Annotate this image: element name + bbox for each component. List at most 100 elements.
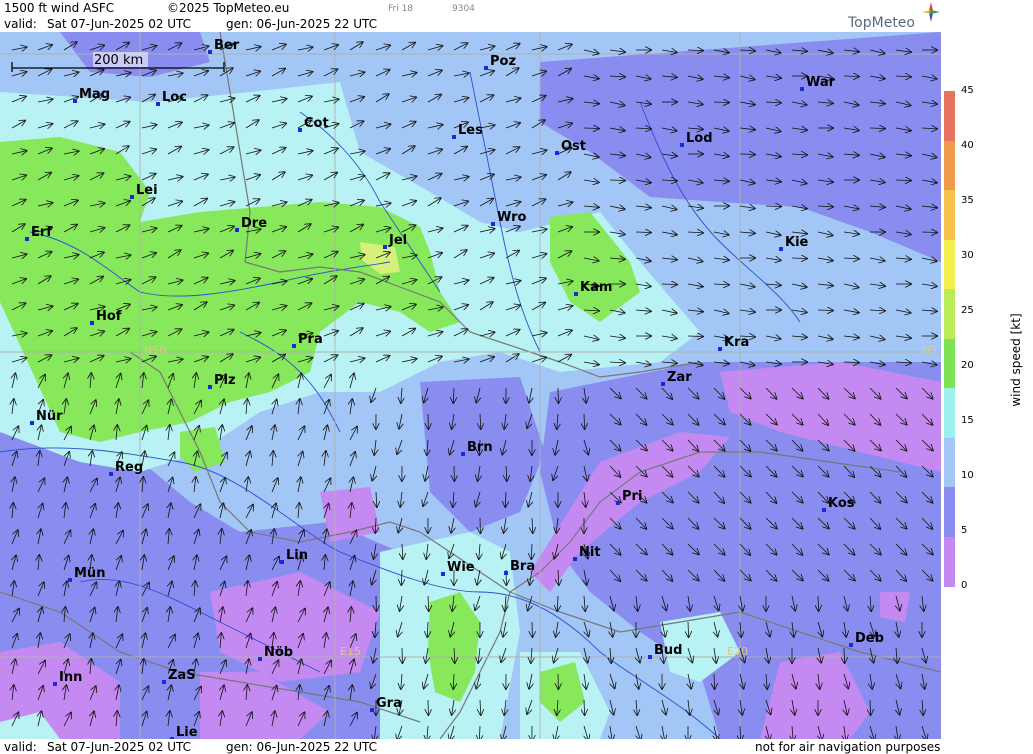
generated-time: gen: 06-Jun-2025 22 UTC [226, 17, 378, 31]
city-label: Pra [298, 332, 323, 347]
wind-map[interactable]: N50 N5 E15 E20 200 km Ber Poz War Mag Loc Cot… [0, 32, 941, 739]
scale-bar-label: 200 km [94, 53, 143, 68]
wind-arrow [687, 336, 703, 337]
city-marker [648, 655, 652, 659]
city-label: War [806, 75, 836, 90]
city-label: Poz [490, 54, 516, 69]
city-marker [452, 135, 456, 139]
city-marker [53, 682, 57, 686]
city-marker [383, 245, 387, 249]
legend-color-band [944, 338, 955, 389]
city-marker [370, 708, 374, 712]
legend-tick-label: 25 [961, 305, 974, 316]
legend-tick-label: 15 [961, 415, 974, 426]
wind-arrow [817, 310, 833, 311]
city-marker [30, 421, 34, 425]
city-marker [25, 237, 29, 241]
city-label: Reg [115, 460, 143, 475]
city-marker [574, 292, 578, 296]
product-title: 1500 ft wind ASFC [4, 1, 115, 15]
city-marker [130, 195, 134, 199]
legend-color-band [944, 487, 955, 537]
city-marker [504, 571, 508, 575]
legend-color-band [944, 437, 955, 488]
city-marker [484, 66, 488, 70]
legend-title: wind speed [kt] [1009, 313, 1023, 407]
grid-label-e20: E20 [727, 645, 748, 658]
city-label: Nöb [264, 645, 293, 660]
city-marker [491, 222, 495, 226]
legend-tick-label: 10 [961, 470, 974, 481]
city-label: Jel [388, 233, 407, 248]
city-label: Pri [622, 489, 642, 504]
city-label: Ber [214, 38, 240, 53]
compass-icon [922, 2, 940, 22]
city-label: Hof [96, 309, 122, 324]
legend-tick-label: 40 [961, 140, 974, 151]
wind-arrow [921, 232, 937, 233]
city-marker [661, 382, 665, 386]
city-label: Wie [447, 560, 475, 575]
wind-arrow [843, 76, 859, 77]
city-marker [68, 578, 72, 582]
run-label: Fri 18 [388, 4, 414, 14]
legend-color-band [944, 536, 955, 587]
city-label: ZaS [168, 668, 196, 683]
city-label: Bra [510, 559, 535, 574]
city-label: Zar [667, 370, 692, 385]
city-label: Nür [36, 409, 63, 424]
city-label: Bud [654, 643, 682, 658]
city-label: Deb [855, 631, 884, 646]
city-marker [235, 228, 239, 232]
city-marker [779, 247, 783, 251]
brand-name: TopMeteo [848, 15, 915, 31]
wind-arrow [765, 206, 781, 207]
city-marker [162, 680, 166, 684]
wind-arrow [791, 258, 807, 259]
city-label: Lod [686, 131, 713, 146]
wind-arrow [661, 284, 677, 285]
city-label: Loc [162, 90, 187, 105]
city-label: Dre [241, 216, 267, 231]
legend-tick-label: 35 [961, 195, 974, 206]
legend-color-band [944, 190, 955, 240]
valid-prefix: valid: [4, 17, 37, 31]
wind-arrow [739, 154, 755, 155]
legend-color-band [944, 239, 955, 290]
legend-tick-label: 45 [961, 85, 974, 96]
city-label: Kie [785, 235, 809, 250]
city-marker [109, 472, 113, 476]
legend-colorbar [944, 91, 955, 587]
legend-tick-label: 20 [961, 360, 974, 371]
city-label: Lei [136, 183, 158, 198]
wind-arrow [869, 128, 885, 129]
city-marker [90, 321, 94, 325]
city-label: Erf [31, 225, 52, 240]
valid-date: Sat 07-Jun-2025 02 UTC [47, 17, 192, 31]
city-label: Gra [376, 696, 402, 711]
grid-label-n50-right: N5 [922, 344, 937, 357]
city-marker [555, 151, 559, 155]
city-label: Kos [828, 496, 855, 511]
footer-valid-prefix: valid: [4, 740, 37, 754]
topmeteo-logo[interactable]: TopMeteo [848, 2, 940, 32]
wind-arrow [635, 232, 651, 233]
city-marker [73, 99, 77, 103]
city-marker [822, 508, 826, 512]
legend-color-band [944, 140, 955, 191]
city-marker [680, 143, 684, 147]
city-label: Ost [561, 139, 586, 154]
city-label: Lie [176, 725, 198, 739]
wind-arrow [609, 180, 625, 181]
city-label: Inn [59, 670, 82, 685]
city-marker [718, 347, 722, 351]
wind-arrow [713, 102, 729, 103]
city-label: Mün [74, 566, 105, 581]
city-label: Mag [79, 87, 110, 102]
copyright: ©2025 TopMeteo.eu [167, 1, 290, 15]
legend-tick-label: 0 [961, 580, 968, 591]
city-label: Brn [467, 440, 493, 455]
city-label: Nit [579, 545, 601, 560]
city-marker [616, 501, 620, 505]
city-label: Wro [497, 210, 527, 225]
